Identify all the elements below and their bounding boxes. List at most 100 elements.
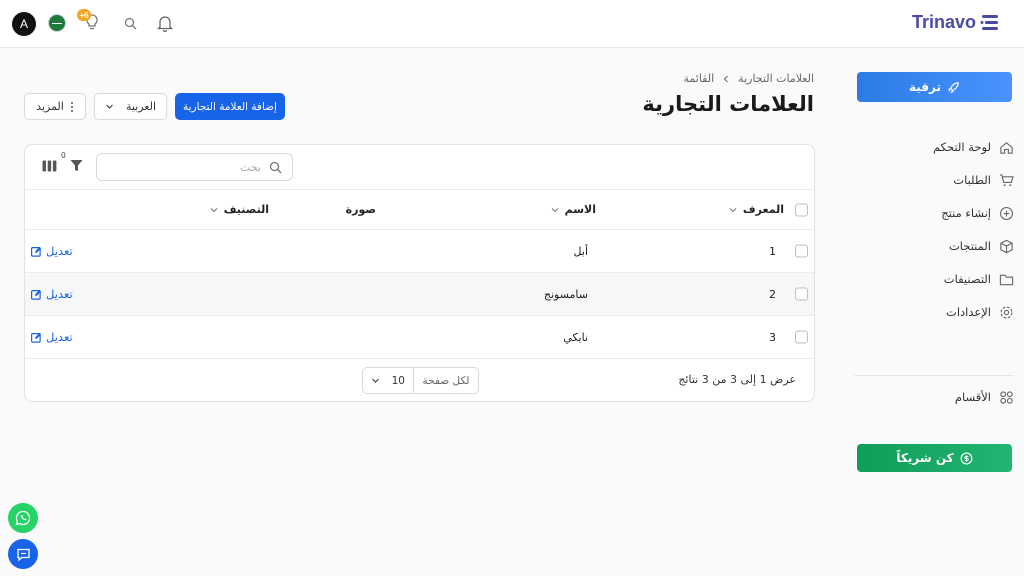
search-icon [269, 161, 282, 173]
results-summary: عرض 1 إلى 3 من 3 نتائج [678, 373, 796, 386]
whatsapp-icon [15, 510, 31, 526]
table-header: المعرف الاسم صورة التصنيف [25, 189, 814, 230]
cell-name: سامسونج [543, 287, 588, 301]
edit-icon [31, 289, 41, 300]
table-row: 3 نايكي تعديل [25, 316, 814, 359]
sidebar: ترقية لوحة التحكم الطلبات إنشاء منتج الم… [838, 48, 1024, 576]
breadcrumb-item: القائمة [683, 72, 715, 85]
chevron-down-icon [106, 104, 113, 109]
column-header-image: صورة [346, 190, 376, 229]
notification-badge: +6 [77, 9, 91, 21]
add-brand-button[interactable]: إضافة العلامة التجارية [175, 93, 285, 120]
chat-icon [16, 548, 30, 561]
edit-label: تعديل [46, 287, 73, 301]
brands-table-card: 0 المعرف الاسم صورة التصنيف 1 أبل تعديل [24, 144, 815, 402]
per-page-label: لكل صفحة [413, 368, 478, 393]
sidebar-divider [854, 375, 1014, 376]
column-name-label: الاسم [564, 203, 596, 216]
cell-id: 2 [769, 287, 776, 301]
partner-button[interactable]: كن شريكاً [857, 444, 1012, 472]
edit-icon [31, 246, 41, 257]
breadcrumb-item[interactable]: العلامات التجارية [738, 72, 814, 85]
edit-label: تعديل [46, 244, 73, 258]
sidebar-item-dashboard[interactable]: لوحة التحكم [933, 137, 1014, 157]
sidebar-item-sections[interactable]: الأقسام [955, 387, 1014, 407]
sidebar-item-label: الأقسام [954, 390, 991, 404]
sidebar-item-label: التصنيفات [943, 272, 991, 286]
column-image-label: صورة [345, 203, 376, 216]
header-actions: المزيد العربية إضافة العلامة التجارية [24, 93, 285, 120]
table-row: 2 سامسونج تعديل [25, 273, 814, 316]
folder-icon [999, 274, 1014, 285]
partner-label: كن شريكاً [896, 451, 954, 465]
search-box[interactable] [96, 153, 293, 181]
sidebar-item-orders[interactable]: الطلبات [953, 170, 1014, 190]
language-value: العربية [125, 100, 156, 113]
sidebar-item-label: المنتجات [948, 239, 991, 253]
upgrade-button[interactable]: ترقية [857, 72, 1012, 102]
more-button[interactable]: المزيد [24, 93, 86, 120]
cell-id: 3 [769, 330, 776, 344]
cell-name: نايكي [563, 330, 588, 344]
column-header-id[interactable]: المعرف [729, 190, 784, 229]
dollar-icon [960, 452, 973, 464]
top-bar: Trinavo A +6 [0, 0, 1024, 48]
table-row: 1 أبل تعديل [25, 230, 814, 273]
sidebar-item-label: الإعدادات [946, 305, 991, 319]
logo[interactable]: Trinavo [912, 12, 1000, 33]
gear-icon [1000, 305, 1013, 319]
column-header-category[interactable]: التصنيف [210, 190, 269, 229]
row-checkbox[interactable] [795, 244, 808, 258]
sidebar-item-create-product[interactable]: إنشاء منتج [941, 203, 1014, 223]
language-flag-icon[interactable] [48, 14, 66, 32]
cell-id: 1 [769, 244, 776, 258]
more-label: المزيد [36, 100, 64, 113]
search-input[interactable] [111, 160, 261, 174]
sidebar-item-products[interactable]: المنتجات [949, 236, 1014, 256]
language-select[interactable]: العربية [94, 93, 167, 120]
chevron-down-icon [551, 207, 558, 212]
search-icon[interactable] [124, 17, 137, 30]
columns-icon[interactable] [42, 160, 57, 172]
sidebar-item-label: الطلبات [953, 173, 991, 187]
select-all-checkbox[interactable] [795, 203, 808, 216]
edit-link[interactable]: تعديل [31, 230, 73, 272]
chevron-down-icon [210, 207, 218, 212]
user-avatar[interactable]: A [12, 12, 36, 36]
sidebar-item-label: لوحة التحكم [933, 140, 991, 154]
cell-name: أبل [573, 244, 588, 258]
per-page-value: 10 [391, 374, 405, 387]
column-id-label: المعرف [742, 203, 784, 216]
grid-icon [1000, 390, 1013, 404]
edit-link[interactable]: تعديل [31, 273, 73, 315]
bell-icon[interactable] [157, 14, 173, 32]
per-page-select[interactable]: لكل صفحة 10 [362, 367, 479, 394]
box-icon [1000, 239, 1013, 253]
chevron-left-icon [723, 75, 729, 82]
chat-button[interactable] [8, 539, 38, 569]
edit-label: تعديل [46, 330, 73, 344]
logo-text: Trinavo [911, 12, 976, 32]
upgrade-label: ترقية [909, 80, 942, 94]
edit-link[interactable]: تعديل [31, 316, 73, 358]
column-category-label: التصنيف [223, 203, 269, 216]
plus-circle-icon [1000, 206, 1013, 220]
column-header-name[interactable]: الاسم [551, 190, 596, 229]
filter-count: 0 [61, 151, 66, 160]
cart-icon [999, 173, 1014, 186]
chevron-down-icon [372, 378, 379, 383]
chevron-down-icon [729, 207, 737, 212]
breadcrumb: العلامات التجارية القائمة [684, 72, 814, 85]
logo-mark-icon [980, 14, 998, 30]
sidebar-item-categories[interactable]: التصنيفات [944, 269, 1014, 289]
edit-icon [31, 332, 41, 343]
row-checkbox[interactable] [795, 287, 808, 301]
rocket-icon [948, 81, 959, 93]
per-page-value-box[interactable]: 10 [363, 368, 413, 393]
sidebar-item-label: إنشاء منتج [941, 206, 991, 220]
kebab-icon [70, 101, 73, 112]
row-checkbox[interactable] [795, 330, 808, 344]
sidebar-item-settings[interactable]: الإعدادات [946, 302, 1014, 322]
filter-icon[interactable] [70, 159, 83, 172]
whatsapp-button[interactable] [8, 503, 38, 533]
